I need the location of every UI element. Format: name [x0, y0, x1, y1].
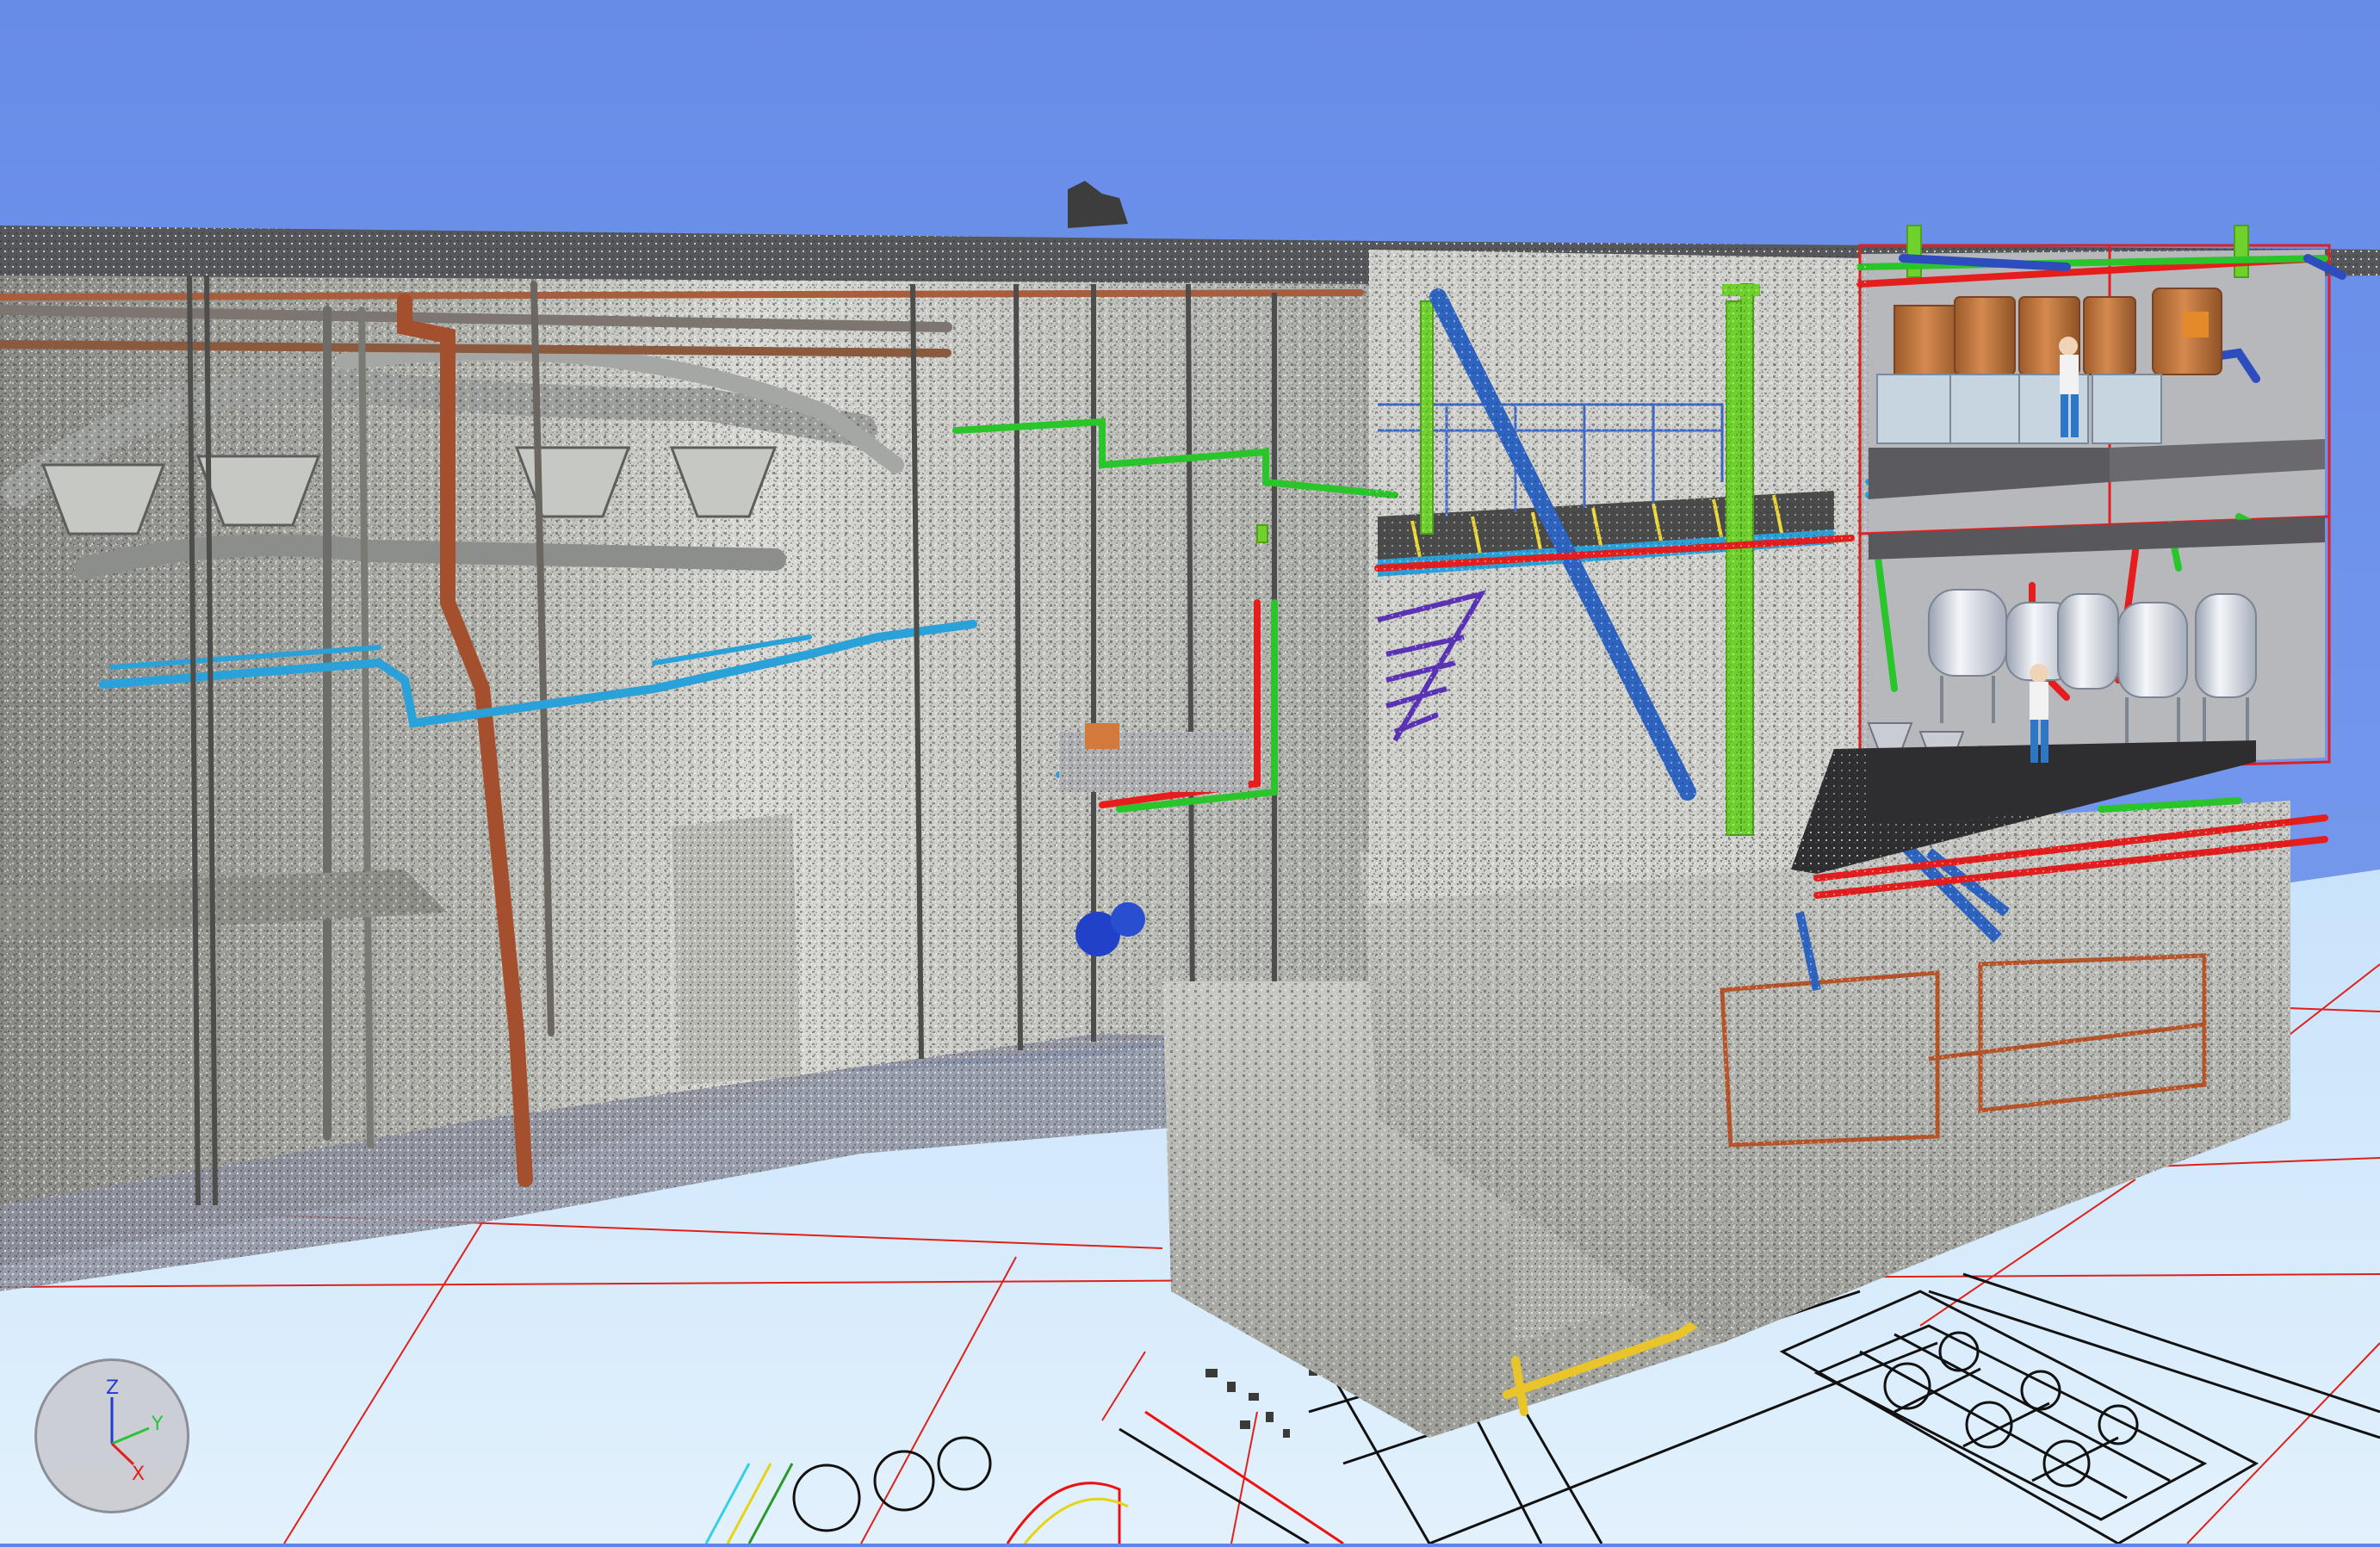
axis-orientation-icon: Z Y X: [106, 1377, 164, 1485]
axis-label-z: Z: [106, 1377, 119, 1399]
orange-motor: [2183, 312, 2209, 337]
3d-viewport[interactable]: [0, 0, 2380, 1545]
axis-label-y: Y: [151, 1414, 164, 1435]
silver-tank-bases: [1876, 374, 2162, 444]
axis-orientation-widget[interactable]: Z Y X: [34, 1358, 189, 1513]
axis-label-x: X: [132, 1463, 145, 1485]
